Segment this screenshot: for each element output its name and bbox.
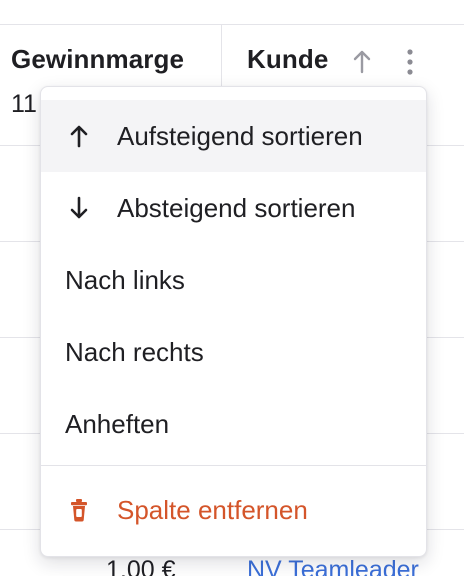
cell-gewinnmarge-value: 11 bbox=[11, 90, 37, 118]
menu-item-sort-ascending[interactable]: Aufsteigend sortieren bbox=[41, 100, 426, 172]
menu-item-move-right[interactable]: Nach rechts bbox=[41, 316, 426, 388]
column-header-gewinnmarge[interactable]: Gewinnmarge bbox=[11, 44, 184, 75]
column-context-menu: Aufsteigend sortieren Absteigend sortier… bbox=[40, 86, 427, 557]
menu-item-label: Anheften bbox=[65, 408, 170, 439]
menu-item-label: Absteigend sortieren bbox=[117, 192, 356, 223]
arrow-down-icon bbox=[70, 196, 88, 219]
sort-ascending-icon[interactable] bbox=[351, 49, 373, 75]
menu-item-label: Nach rechts bbox=[65, 336, 204, 367]
menu-item-pin[interactable]: Anheften bbox=[41, 388, 426, 460]
table-top-border bbox=[0, 24, 464, 25]
menu-item-label: Nach links bbox=[65, 264, 185, 295]
menu-item-label: Aufsteigend sortieren bbox=[117, 120, 363, 151]
column-menu-kebab-icon[interactable] bbox=[399, 46, 421, 78]
menu-item-move-left[interactable]: Nach links bbox=[41, 244, 426, 316]
menu-item-remove-column[interactable]: Spalte entfernen bbox=[41, 474, 426, 546]
menu-divider bbox=[41, 465, 426, 466]
column-header-kunde[interactable]: Kunde bbox=[247, 44, 328, 75]
trash-icon bbox=[71, 499, 87, 522]
screen: Gewinnmarge 11 Kunde 1,00 € NV Teamleade… bbox=[0, 0, 464, 576]
menu-item-sort-descending[interactable]: Absteigend sortieren bbox=[41, 172, 426, 244]
cell-amount: 1,00 € bbox=[106, 556, 176, 576]
customer-link[interactable]: NV Teamleader bbox=[247, 556, 419, 576]
arrow-up-icon bbox=[70, 125, 88, 148]
menu-item-label: Spalte entfernen bbox=[117, 494, 308, 525]
